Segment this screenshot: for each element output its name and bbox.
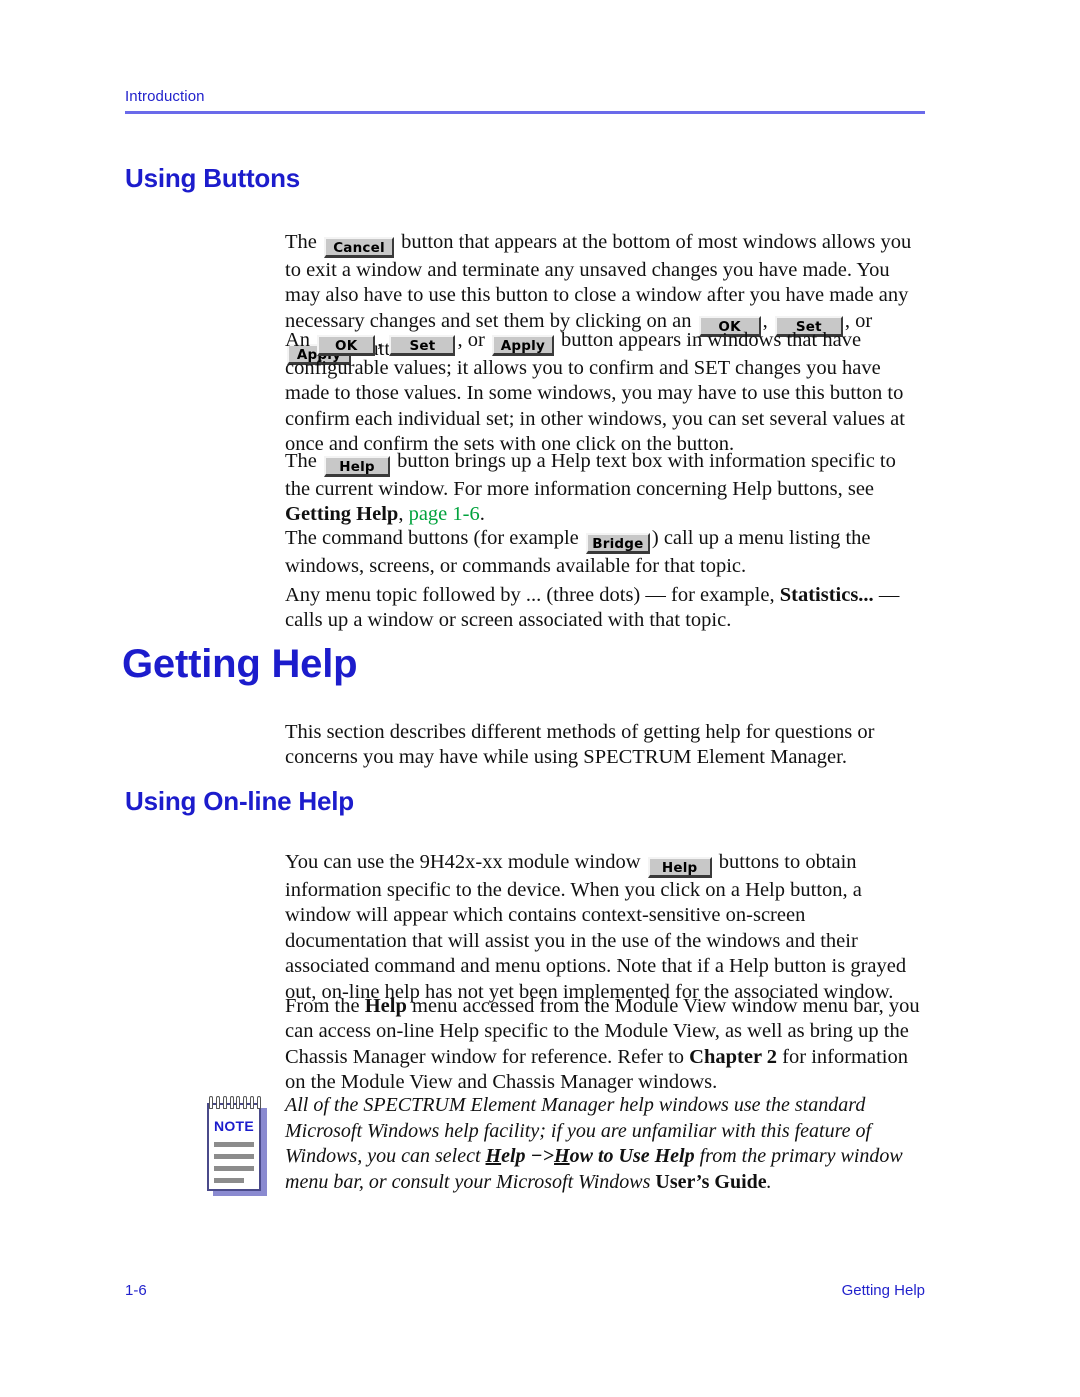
note-howto-bold: How to Use Help [554,1145,695,1167]
p3-text-d: . [479,503,485,526]
note-howto-rest: ow to Use Help [569,1145,695,1168]
set-button[interactable]: Set [389,334,456,356]
p3-text-c: , [398,503,409,526]
p3-text-a: The [285,449,322,472]
paragraph-section-intro: This section describes different methods… [285,720,875,769]
p1-text-a: The [285,230,322,253]
note-text-c: . [766,1170,772,1193]
note-help-rest: elp [501,1145,526,1168]
paragraph-ok-set-apply: An OK, Set, or Apply button appears in w… [285,328,925,458]
note-howto-mnemonic: H [554,1145,570,1168]
document-page: Introduction Using Buttons The Cancel bu… [0,0,1080,1397]
paragraph-menu-ellipsis: Any menu topic followed by ... (three do… [285,583,925,634]
help-button[interactable]: Help [324,455,390,477]
note-help-menu-bold: Help [486,1145,526,1167]
heading-getting-help: Getting Help [122,642,358,686]
footer-page-number: 1-6 [125,1282,147,1299]
paragraph-help-button: The Help button brings up a Help text bo… [285,449,925,528]
page-cross-reference-link[interactable]: page 1-6 [409,503,480,525]
p8-chapter-bold: Chapter 2 [689,1045,778,1068]
cancel-button[interactable]: Cancel [324,236,394,258]
p2-text-c: , or [457,328,490,351]
note-icon: NOTE [205,1096,269,1196]
running-header: Introduction [125,88,925,114]
note-users-guide-bold: User’s Guide [655,1170,767,1193]
p4-text-a: The command buttons (for example [285,526,584,549]
heading-using-buttons: Using Buttons [125,163,301,193]
help-button[interactable]: Help [647,856,712,878]
note-help-mnemonic: H [485,1145,502,1168]
paragraph-help-menu: From the Help menu accessed from the Mod… [285,994,925,1096]
header-rule [125,111,925,114]
note-icon-ruled-lines [214,1142,254,1190]
note-icon-shadow-bottom [213,1191,267,1196]
paragraph-command-buttons: The command buttons (for example Bridge)… [285,526,925,580]
p5-statistics-bold: Statistics... [779,583,874,606]
ok-button[interactable]: OK [317,334,376,356]
note-text: All of the SPECTRUM Element Manager help… [285,1093,930,1195]
note-icon-spiral-binding [209,1096,261,1110]
running-header-label: Introduction [125,88,205,105]
apply-button[interactable]: Apply [491,334,554,356]
p2-text-b: , [377,328,388,351]
page-footer: 1-6 Getting Help [125,1282,925,1299]
heading-using-online-help: Using On-line Help [125,786,354,816]
p8-text-a: From the [285,994,365,1017]
footer-section-title: Getting Help [841,1282,925,1299]
bridge-button[interactable]: Bridge [585,532,650,554]
p8-help-bold: Help [364,994,407,1017]
p5-text-a: Any menu topic followed by ... (three do… [285,583,780,606]
p7-text-a: You can use the 9H42x-xx module window [285,850,646,873]
note-arrow: −> [525,1145,555,1168]
p2-text-a: An [285,328,316,351]
note-icon-label: NOTE [213,1118,255,1134]
paragraph-module-help-buttons: You can use the 9H42x-xx module window H… [285,850,925,1006]
note-icon-shadow-right [261,1108,267,1196]
p7-text-b: buttons to obtain information specific t… [285,850,907,1003]
p3-cross-ref-bold: Getting Help [285,503,399,526]
